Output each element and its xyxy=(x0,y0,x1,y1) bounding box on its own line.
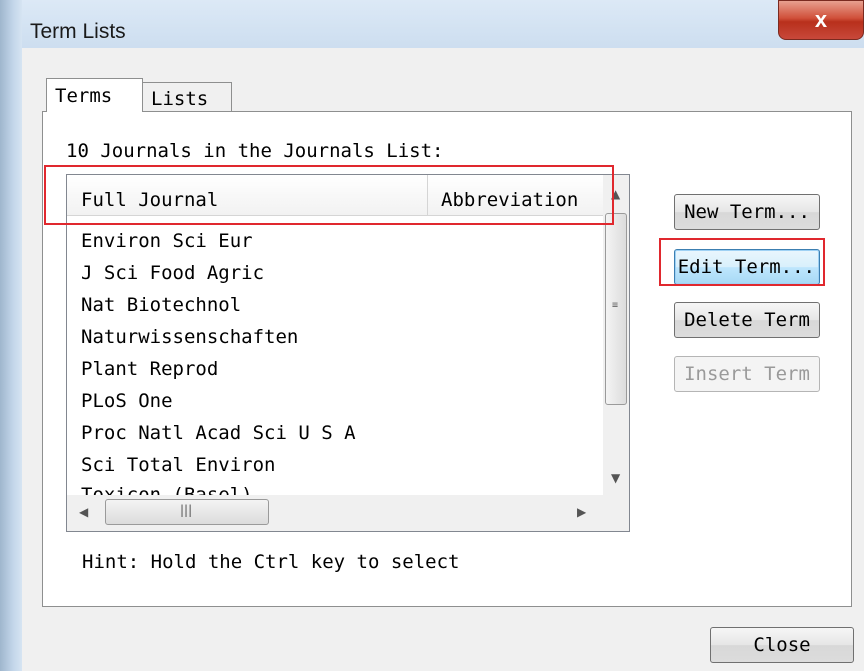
list-item[interactable]: Environ Sci Eur xyxy=(81,230,253,252)
list-caption: 10 Journals in the Journals List: xyxy=(66,140,444,162)
dialog-window: Term Lists x Terms Lists 10 Journals in … xyxy=(0,0,864,671)
insert-term-button: Insert Term xyxy=(674,356,820,392)
column-header-abbreviation[interactable]: Abbreviation xyxy=(441,189,578,211)
column-divider[interactable] xyxy=(427,175,428,215)
grip-icon: ≡ xyxy=(612,300,619,311)
scroll-up-arrow-icon[interactable]: ▲ xyxy=(611,187,620,201)
close-icon: x xyxy=(814,7,828,32)
insert-term-button-label: Insert Term xyxy=(684,363,810,385)
tab-lists-label: Lists xyxy=(151,88,209,110)
scroll-down-arrow-icon[interactable]: ▼ xyxy=(611,471,620,485)
horizontal-scroll-thumb[interactable]: ||| xyxy=(105,499,269,525)
delete-term-button[interactable]: Delete Term xyxy=(674,302,820,338)
list-item[interactable]: Plant Reprod xyxy=(81,358,218,380)
list-item[interactable]: Proc Natl Acad Sci U S A xyxy=(81,422,356,444)
tab-terms[interactable]: Terms xyxy=(46,78,143,112)
window-edge xyxy=(0,0,22,671)
close-button[interactable]: Close xyxy=(710,627,854,663)
close-button-label: Close xyxy=(753,634,811,656)
scroll-right-arrow-icon[interactable]: ▶ xyxy=(577,505,586,519)
column-header-full-journal[interactable]: Full Journal xyxy=(81,189,218,211)
tab-terms-label: Terms xyxy=(55,85,113,107)
close-window-button[interactable]: x xyxy=(778,0,864,40)
journal-rows: Environ Sci Eur J Sci Food Agric Nat Bio… xyxy=(67,226,603,496)
scroll-left-arrow-icon[interactable]: ◀ xyxy=(79,505,88,519)
window-title: Term Lists xyxy=(30,20,126,43)
list-header: Full Journal Abbreviation xyxy=(67,175,603,216)
horizontal-scrollbar[interactable]: ◀ ||| ▶ xyxy=(67,495,629,531)
grip-icon: ||| xyxy=(180,503,193,517)
list-item[interactable]: Sci Total Environ xyxy=(81,454,275,476)
list-item[interactable]: Naturwissenschaften xyxy=(81,326,298,348)
tab-lists[interactable]: Lists xyxy=(142,82,232,112)
edit-term-button-label: Edit Term... xyxy=(677,256,815,278)
hint-text: Hint: Hold the Ctrl key to select xyxy=(82,551,460,573)
list-item[interactable]: Nat Biotechnol xyxy=(81,294,241,316)
list-item[interactable]: J Sci Food Agric xyxy=(81,262,264,284)
new-term-button-label: New Term... xyxy=(684,201,810,223)
list-item[interactable]: PLoS One xyxy=(81,390,173,412)
edit-term-button[interactable]: Edit Term... xyxy=(674,249,820,285)
new-term-button[interactable]: New Term... xyxy=(674,194,820,230)
delete-term-button-label: Delete Term xyxy=(684,309,810,331)
vertical-scrollbar[interactable]: ▲ ≡ ▼ xyxy=(603,175,629,495)
vertical-scroll-thumb[interactable]: ≡ xyxy=(605,213,627,405)
